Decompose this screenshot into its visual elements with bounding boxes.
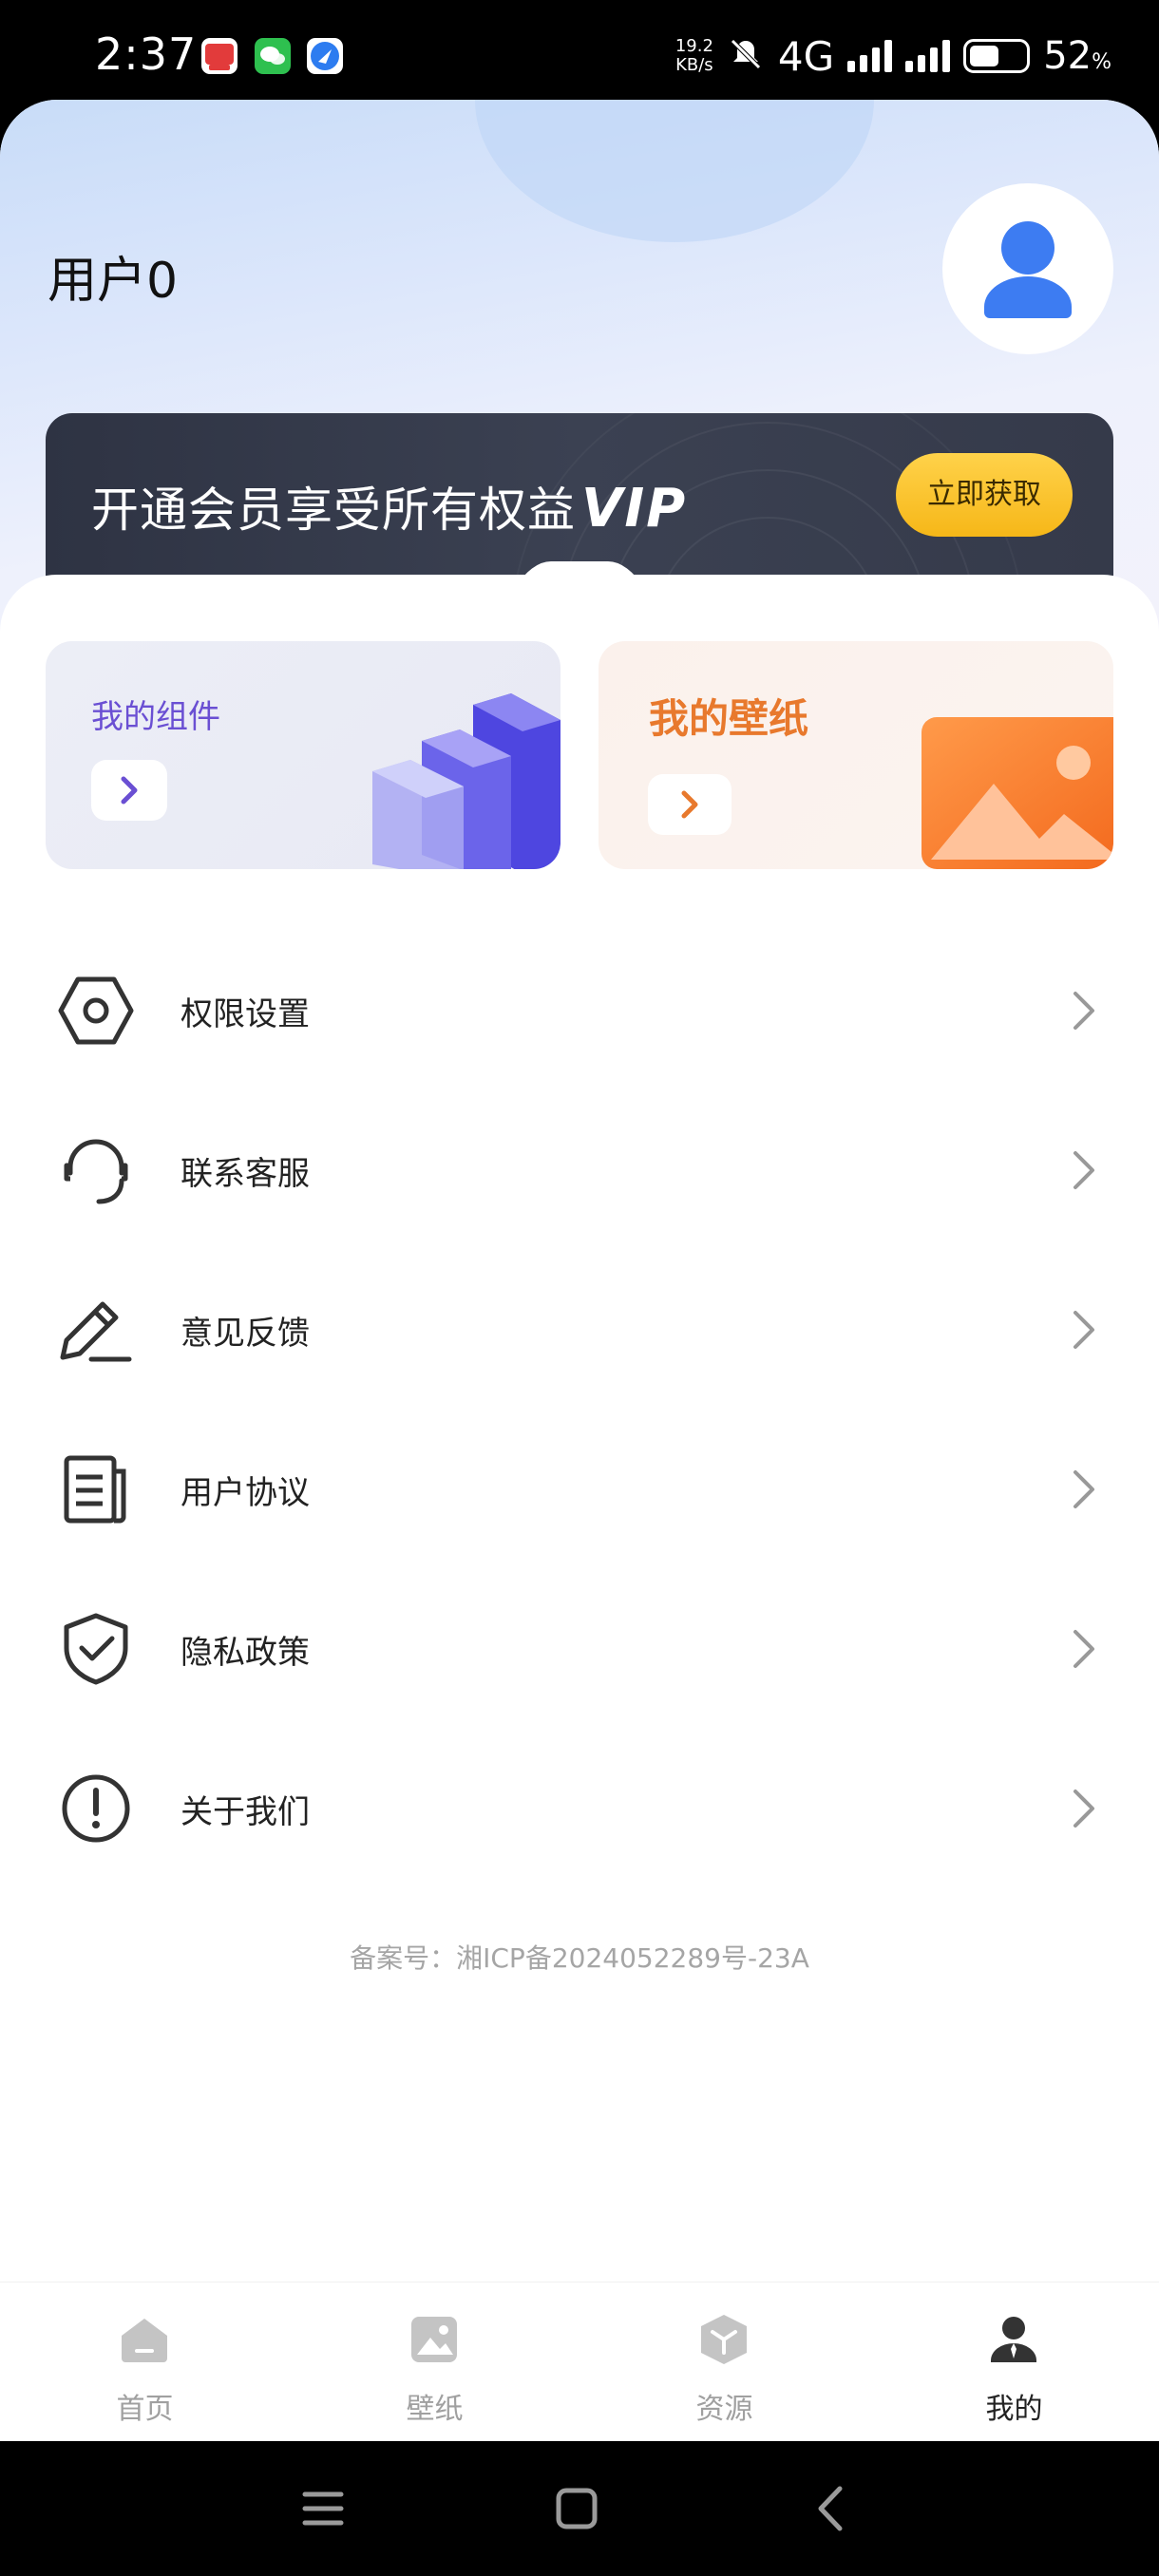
signal-icon — [847, 40, 893, 72]
cube-icon — [701, 2315, 747, 2364]
my-widgets-title: 我的组件 — [91, 698, 220, 736]
system-nav-bar — [0, 2441, 1159, 2576]
vip-badge: VIP — [581, 478, 688, 540]
menu-item-feedback[interactable]: 意见反馈 — [0, 1250, 1159, 1410]
menu-label: 意见反馈 — [180, 1315, 310, 1353]
chevron-right-icon — [1074, 1311, 1094, 1349]
headset-icon — [64, 1139, 128, 1204]
pencil-icon — [60, 1301, 132, 1362]
my-wallpapers-arrow-button[interactable] — [648, 774, 732, 835]
shield-check-icon — [64, 1613, 128, 1685]
menu-item-contact-support[interactable]: 联系客服 — [0, 1090, 1159, 1250]
my-widgets-card[interactable]: 我的组件 — [46, 641, 560, 869]
tab-home[interactable]: 首页 — [0, 2282, 290, 2441]
tab-label: 壁纸 — [406, 2393, 464, 2426]
back-icon[interactable] — [798, 2475, 864, 2542]
menu-label: 关于我们 — [180, 1793, 310, 1831]
chevron-right-icon — [1074, 1790, 1094, 1828]
chevron-right-icon — [681, 790, 698, 819]
signal-icon-2 — [905, 40, 951, 72]
chevron-right-icon — [1074, 1630, 1094, 1668]
tab-label: 资源 — [695, 2393, 753, 2426]
avatar[interactable] — [942, 183, 1113, 354]
my-wallpapers-card[interactable]: 我的壁纸 — [598, 641, 1113, 869]
menu-label: 联系客服 — [180, 1155, 310, 1193]
person-icon — [991, 2317, 1036, 2362]
my-widgets-arrow-button[interactable] — [91, 760, 167, 821]
exclamation-circle-icon — [62, 1774, 130, 1843]
net-speed-unit: KB/s — [675, 55, 713, 75]
mute-icon — [727, 35, 765, 77]
document-icon — [64, 1455, 126, 1524]
tab-resources[interactable]: 资源 — [580, 2282, 869, 2441]
status-indicators: 19.2 KB/s 4G 52% — [675, 32, 1112, 80]
wallpaper-illustration-icon — [922, 717, 1113, 869]
home-square-icon[interactable] — [543, 2475, 610, 2542]
battery-percent: 52% — [1043, 34, 1112, 78]
hexagon-settings-icon — [58, 976, 134, 1045]
image-icon — [411, 2317, 457, 2362]
profile-page: 用户0 开通会员享受所有权益 VIP 立即获取 我的组件 我的壁纸 权限设置 联… — [0, 100, 1159, 2441]
panel-notch — [513, 561, 646, 590]
widgets-illustration-icon — [372, 693, 560, 869]
status-time: 2:37 — [95, 28, 198, 80]
net-speed-value: 19.2 — [674, 36, 713, 56]
menu-label: 隐私政策 — [180, 1634, 310, 1672]
vip-banner-text: 开通会员享受所有权益 VIP — [91, 478, 688, 540]
home-icon — [122, 2319, 167, 2362]
menu-item-user-agreement[interactable]: 用户协议 — [0, 1410, 1159, 1569]
menu-label: 用户协议 — [180, 1474, 310, 1512]
tab-label: 首页 — [116, 2393, 174, 2426]
network-type: 4G — [777, 32, 835, 80]
net-speed: 19.2 KB/s — [675, 37, 713, 75]
menu-label: 权限设置 — [180, 995, 310, 1033]
chevron-right-icon — [1074, 992, 1094, 1030]
icp-record: 备案号：湘ICP备2024052289号-23A — [350, 1942, 809, 1974]
bottom-tab-bar: 首页 壁纸 资源 我的 — [0, 2282, 1159, 2441]
menu-item-permissions[interactable]: 权限设置 — [0, 931, 1159, 1090]
tab-mine[interactable]: 我的 — [869, 2282, 1159, 2441]
menu-item-privacy-policy[interactable]: 隐私政策 — [0, 1569, 1159, 1729]
user-avatar-icon — [984, 221, 1072, 318]
chevron-right-icon — [1074, 1151, 1094, 1189]
menu-item-about-us[interactable]: 关于我们 — [0, 1729, 1159, 1888]
header-decoration — [475, 100, 874, 242]
app-notification-icon — [201, 38, 238, 74]
battery-icon — [963, 39, 1031, 73]
chevron-right-icon — [121, 776, 138, 805]
username[interactable]: 用户0 — [48, 240, 178, 312]
tab-label: 我的 — [985, 2393, 1043, 2426]
menu-icon[interactable] — [290, 2475, 356, 2542]
my-wallpapers-title: 我的壁纸 — [649, 695, 809, 742]
chevron-right-icon — [1074, 1470, 1094, 1508]
wechat-notification-icon — [255, 38, 291, 74]
vip-get-button[interactable]: 立即获取 — [896, 453, 1073, 537]
browser-notification-icon — [307, 38, 343, 74]
status-bar: 2:37 19.2 KB/s 4G 52% — [0, 0, 1159, 100]
tab-wallpaper[interactable]: 壁纸 — [290, 2282, 580, 2441]
